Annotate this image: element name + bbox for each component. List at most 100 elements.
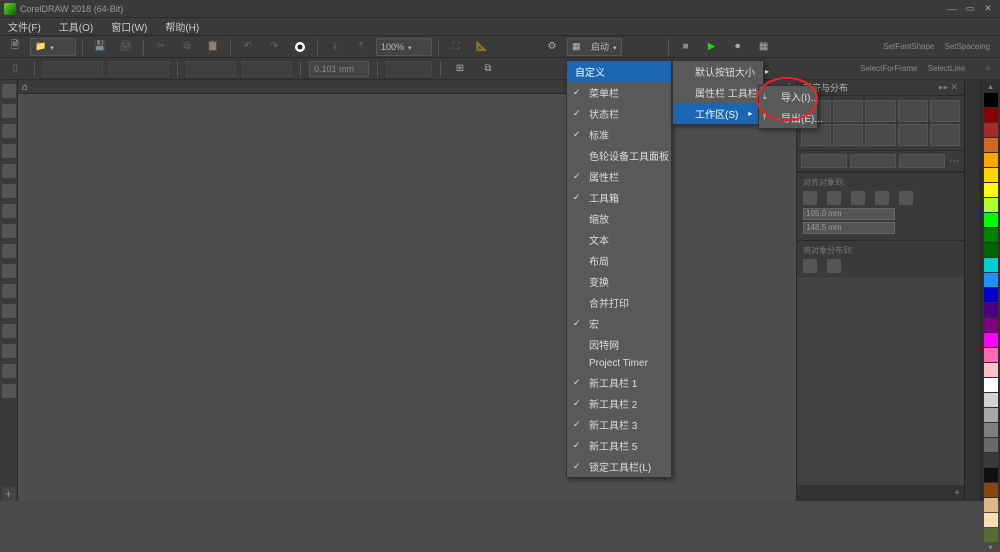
menu-help[interactable]: 帮助(H) [163, 19, 201, 34]
align-top[interactable] [898, 100, 928, 122]
macro-button[interactable]: ▦ [753, 38, 775, 56]
color-swatch[interactable] [984, 378, 998, 392]
color-swatch[interactable] [984, 273, 998, 287]
save-button[interactable]: 💾 [89, 38, 111, 56]
customize-menu-item[interactable]: ✓新工具栏 5 [567, 435, 671, 456]
color-swatch[interactable] [984, 168, 998, 182]
customize-menu-item[interactable]: 变换 [567, 271, 671, 292]
color-swatch[interactable] [984, 393, 998, 407]
customize-menu-item[interactable]: 布局 [567, 250, 671, 271]
cut-button[interactable]: ✂ [150, 38, 172, 56]
minimize-button[interactable]: — [944, 2, 960, 16]
align-target-3[interactable] [899, 154, 945, 168]
customize-menu-item[interactable]: 因特网 [567, 334, 671, 355]
customize-submenu-item[interactable]: 默认按钮大小 [673, 61, 763, 82]
color-swatch[interactable] [984, 288, 998, 302]
undo-button[interactable]: ↶ [237, 38, 259, 56]
color-swatch[interactable] [984, 453, 998, 467]
stop-button[interactable]: ■ [675, 38, 697, 56]
color-swatch[interactable] [984, 363, 998, 377]
nudge-field[interactable] [386, 61, 432, 77]
color-swatch[interactable] [984, 108, 998, 122]
color-swatch[interactable] [984, 498, 998, 512]
customize-menu-item[interactable]: ✓新工具栏 1 [567, 372, 671, 393]
align-target-more[interactable]: ⋯ [948, 156, 960, 167]
align-y-field[interactable]: 148.5 mm [803, 222, 895, 234]
color-swatch[interactable] [984, 138, 998, 152]
dock-more-icon[interactable]: ≡ [985, 64, 990, 73]
customize-menu-item[interactable]: ✓新工具栏 3 [567, 414, 671, 435]
misc-field-2[interactable] [242, 61, 292, 77]
zoom-dropdown[interactable]: 100% [376, 38, 432, 56]
color-swatch[interactable] [984, 153, 998, 167]
color-swatch[interactable] [984, 198, 998, 212]
color-swatch[interactable] [984, 183, 998, 197]
align-center-h[interactable] [833, 100, 863, 122]
customize-menu-item[interactable]: ✓新工具栏 2 [567, 393, 671, 414]
distribute-target-2[interactable] [827, 259, 841, 273]
open-dropdown[interactable]: 📁 [30, 38, 76, 56]
distribute-right[interactable] [930, 124, 960, 146]
menu-tools[interactable]: 工具(O) [57, 19, 95, 34]
import-button[interactable]: ⤓ [324, 38, 346, 56]
customize-menu-item[interactable]: 色轮设备工具面板 [567, 145, 671, 166]
align-target-page[interactable] [803, 191, 817, 205]
ruler-button[interactable]: 📐 [471, 38, 493, 56]
color-swatch[interactable] [984, 408, 998, 422]
customize-menu-item[interactable]: 合并打印 [567, 292, 671, 313]
customize-menu-header[interactable]: 自定义 [567, 61, 671, 82]
snap-button[interactable]: ⊞ [449, 60, 471, 78]
polygon-tool[interactable] [2, 244, 16, 258]
palette-scroll-up[interactable]: ▴ [985, 82, 997, 91]
customize-menu-item[interactable]: ✓锁定工具栏(L) [567, 456, 671, 477]
customize-submenu-item[interactable]: 属性栏 工具栏 [673, 82, 763, 103]
customize-menu-item[interactable]: ✓属性栏 [567, 166, 671, 187]
zoom-tool[interactable] [2, 144, 16, 158]
customize-menu-item[interactable]: ✓状态栏 [567, 103, 671, 124]
color-swatch[interactable] [984, 333, 998, 347]
artistic-media-tool[interactable] [2, 184, 16, 198]
align-middle[interactable] [930, 100, 960, 122]
ellipse-tool[interactable] [2, 224, 16, 238]
color-swatch[interactable] [984, 303, 998, 317]
color-swatch[interactable] [984, 93, 998, 107]
connector-tool[interactable] [2, 324, 16, 338]
align-x-field[interactable]: 105.0 mm [803, 208, 895, 220]
color-swatch[interactable] [984, 513, 998, 527]
crop-button[interactable]: ⧉ [477, 60, 499, 78]
export-button[interactable]: ⤒ [350, 38, 372, 56]
color-swatch[interactable] [984, 243, 998, 257]
drawing-canvas[interactable] [18, 94, 796, 501]
page-size-field[interactable] [43, 61, 103, 77]
align-target-center[interactable] [851, 191, 865, 205]
color-swatch[interactable] [984, 468, 998, 482]
color-swatch[interactable] [984, 123, 998, 137]
target-icon[interactable] [289, 38, 311, 56]
align-target-grid[interactable] [875, 191, 889, 205]
color-swatch[interactable] [984, 483, 998, 497]
panel-menu-icon[interactable]: ▸▸ ✕ [939, 82, 958, 93]
palette-scroll-down[interactable]: ▾ [985, 543, 997, 552]
align-target-1[interactable] [801, 154, 847, 168]
menu-file[interactable]: 文件(F) [6, 19, 43, 34]
workspace-import-item[interactable]: ⤓ 导入(I)... [759, 86, 817, 107]
shape-tool[interactable] [2, 104, 16, 118]
distribute-left[interactable] [833, 124, 863, 146]
dropshadow-tool[interactable] [2, 344, 16, 358]
color-swatch[interactable] [984, 348, 998, 362]
workspace-export-item[interactable]: ⤒ 导出(E)... [759, 107, 817, 128]
customize-menu-item[interactable]: ✓宏 [567, 313, 671, 334]
dimension-tool[interactable] [2, 304, 16, 318]
fullscreen-button[interactable]: ⛶ [445, 38, 467, 56]
close-button[interactable]: ✕ [980, 2, 996, 16]
toolbox-expand[interactable]: + [2, 487, 16, 501]
rectangle-tool[interactable] [2, 204, 16, 218]
customize-menu-item[interactable]: ✓工具箱 [567, 187, 671, 208]
customize-menu-item[interactable]: ✓标准 [567, 124, 671, 145]
align-target-edge[interactable] [827, 191, 841, 205]
color-swatch[interactable] [984, 423, 998, 437]
redo-button[interactable]: ↷ [263, 38, 285, 56]
page-orientation-button[interactable]: ▯ [4, 60, 26, 78]
align-target-point[interactable] [899, 191, 913, 205]
distribute-spacing-h[interactable] [898, 124, 928, 146]
